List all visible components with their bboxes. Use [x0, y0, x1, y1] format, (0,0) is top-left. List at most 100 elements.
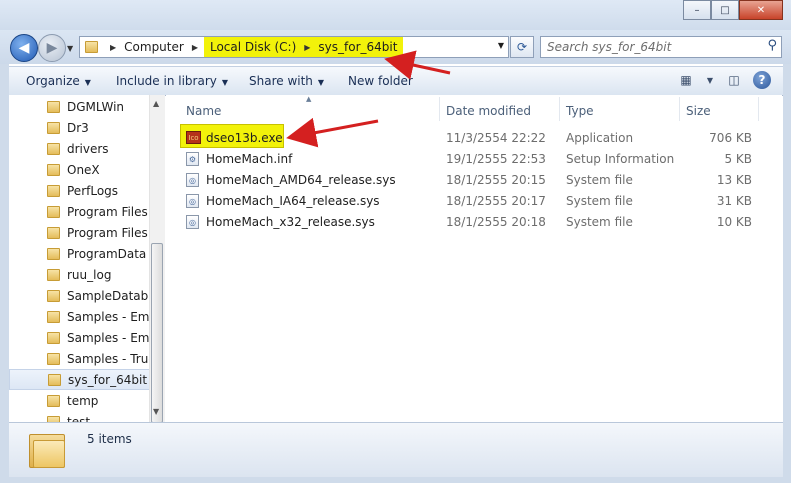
nav-item[interactable]: drivers: [9, 138, 150, 159]
folder-icon: [47, 142, 60, 155]
back-arrow-icon[interactable]: ◀: [10, 34, 38, 62]
file-date: 18/1/2555 20:17: [446, 194, 546, 208]
file-row[interactable]: ◎ HomeMach_x32_release.sys 18/1/2555 20:18…: [178, 212, 768, 233]
file-date: 19/1/2555 22:53: [446, 152, 546, 166]
column-divider[interactable]: [559, 97, 560, 121]
nav-item[interactable]: Samples - Emb: [9, 327, 150, 348]
file-type: System file: [566, 194, 633, 208]
organize-button[interactable]: Organize ▼: [26, 74, 91, 88]
breadcrumb-chevron-icon[interactable]: ▶: [304, 43, 310, 52]
window-border-left: [0, 64, 9, 483]
sys-file-icon: ◎: [186, 173, 199, 187]
folder-large-icon: [29, 430, 65, 468]
scroll-down-icon[interactable]: ▼: [153, 407, 159, 416]
include-label: Include in library: [116, 74, 217, 88]
folder-icon: [47, 310, 60, 323]
column-header-size[interactable]: Size: [686, 104, 711, 118]
nav-item-label: ProgramData: [67, 246, 147, 261]
breadcrumb-local-disk[interactable]: Local Disk (C:): [206, 40, 300, 54]
file-row[interactable]: ⚙ HomeMach.inf 19/1/2555 22:53 Setup Inform…: [178, 149, 768, 170]
column-divider[interactable]: [758, 97, 759, 121]
folder-icon: [48, 373, 61, 386]
nav-item[interactable]: OneX: [9, 159, 150, 180]
file-type: System file: [566, 215, 633, 229]
breadcrumb-sys-for-64bit[interactable]: sys_for_64bit: [314, 40, 401, 54]
help-icon[interactable]: ?: [753, 71, 771, 89]
history-dropdown-icon[interactable]: ▼: [67, 44, 73, 53]
forward-arrow-icon[interactable]: ▶: [38, 34, 66, 62]
nav-item-label: drivers: [67, 141, 109, 156]
nav-item-label: temp: [67, 393, 99, 408]
chevron-down-icon: ▼: [317, 78, 325, 87]
column-header-type[interactable]: Type: [566, 104, 594, 118]
search-box[interactable]: ⚲: [540, 36, 782, 58]
nav-item[interactable]: DGMLWin: [9, 96, 150, 117]
new-folder-button[interactable]: New folder: [348, 74, 413, 88]
file-name: HomeMach.inf: [206, 152, 293, 166]
scroll-thumb[interactable]: [151, 243, 163, 423]
column-header-date[interactable]: Date modified: [446, 104, 531, 118]
nav-item[interactable]: Samples - Emb: [9, 306, 150, 327]
breadcrumb-chevron-icon[interactable]: ▶: [192, 43, 198, 52]
folder-icon: [47, 184, 60, 197]
command-bar: Organize ▼ Include in library ▼ Share with…: [9, 66, 783, 96]
details-pane: 5 items: [9, 422, 783, 478]
inf-file-icon: ⚙: [186, 152, 199, 166]
preview-pane-icon[interactable]: ◫: [723, 71, 745, 89]
file-name: HomeMach_AMD64_release.sys: [206, 173, 396, 187]
nav-item[interactable]: ProgramData: [9, 243, 150, 264]
address-box[interactable]: ▶ Computer ▶ Local Disk (C:) ▶ sys_for_6…: [79, 36, 509, 58]
address-dropdown-icon[interactable]: ▼: [498, 41, 504, 50]
breadcrumb-computer[interactable]: Computer: [122, 37, 186, 57]
include-in-library-button[interactable]: Include in library ▼: [116, 74, 228, 88]
column-header-name[interactable]: Name: [186, 104, 221, 118]
file-row[interactable]: ◎ HomeMach_IA64_release.sys 18/1/2555 20:1…: [178, 191, 768, 212]
file-date: 18/1/2555 20:15: [446, 173, 546, 187]
nav-scrollbar[interactable]: ▲ ▼: [149, 95, 165, 423]
refresh-icon[interactable]: ⟳: [510, 36, 534, 58]
nav-item[interactable]: Program Files: [9, 201, 150, 222]
share-with-button[interactable]: Share with ▼: [249, 74, 324, 88]
nav-item-label: Program Files: [67, 204, 148, 219]
column-divider[interactable]: [679, 97, 680, 121]
caption-buttons: – □ ✕: [683, 0, 783, 20]
close-icon[interactable]: ✕: [739, 0, 783, 20]
nav-item[interactable]: ruu_log: [9, 264, 150, 285]
nav-item-label: Samples - Emb: [67, 330, 150, 345]
scroll-up-icon[interactable]: ▲: [153, 99, 159, 108]
nav-item[interactable]: test: [9, 411, 150, 422]
nav-item[interactable]: PerfLogs: [9, 180, 150, 201]
nav-item[interactable]: sys_for_64bit: [9, 369, 150, 390]
change-view-icon[interactable]: ▦: [675, 71, 697, 89]
folder-icon: [47, 394, 60, 407]
nav-item[interactable]: SampleDatabas: [9, 285, 150, 306]
search-input[interactable]: [541, 39, 759, 55]
nav-item[interactable]: Dr3: [9, 117, 150, 138]
folder-icon: [47, 100, 60, 113]
search-icon[interactable]: ⚲: [767, 38, 777, 53]
breadcrumb-chevron-icon[interactable]: ▶: [110, 43, 116, 52]
nav-item[interactable]: temp: [9, 390, 150, 411]
file-name: dseo13b.exe: [206, 131, 283, 145]
nav-item-label: PerfLogs: [67, 183, 119, 198]
file-row[interactable]: ◎ HomeMach_AMD64_release.sys 18/1/2555 20:…: [178, 170, 768, 191]
sys-file-icon: ◎: [186, 194, 199, 208]
file-size: 13 KB: [716, 173, 752, 187]
view-dropdown-icon[interactable]: ▼: [705, 71, 715, 89]
title-bar: [0, 0, 791, 30]
maximize-icon[interactable]: □: [711, 0, 739, 20]
nav-item-label: DGMLWin: [67, 99, 125, 114]
minimize-icon[interactable]: –: [683, 0, 711, 20]
file-type: System file: [566, 173, 633, 187]
column-divider[interactable]: [439, 97, 440, 121]
view-controls: ▦ ▼ ◫ ?: [675, 71, 771, 89]
nav-item[interactable]: Program Files (: [9, 222, 150, 243]
nav-item-label: Dr3: [67, 120, 89, 135]
exe-icon: Ico: [186, 131, 201, 144]
file-row[interactable]: Ico dseo13b.exe 11/3/2554 22:22 Application…: [178, 124, 768, 149]
chevron-down-icon: ▼: [221, 78, 229, 87]
file-size: 5 KB: [724, 152, 752, 166]
folder-icon: [47, 331, 60, 344]
nav-item[interactable]: Samples - True: [9, 348, 150, 369]
nav-item-label: Program Files (: [67, 225, 150, 240]
